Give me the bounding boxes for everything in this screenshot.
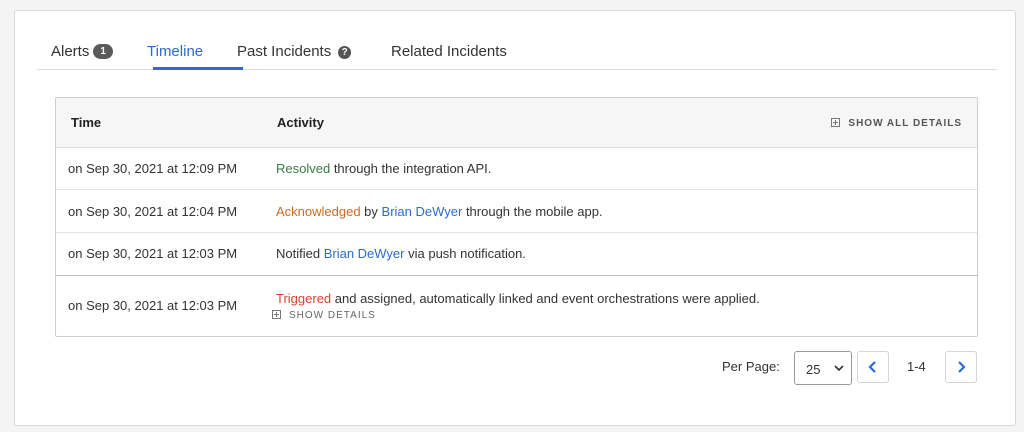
row-activity: Notified Brian DeWyer via push notificat… [276,246,526,261]
next-page-button[interactable] [945,351,977,383]
per-page-select[interactable]: 25 [794,351,852,385]
chevron-right-icon [946,352,976,382]
show-all-details-button[interactable]: SHOW ALL DETAILS [831,117,962,129]
expand-plus-icon [831,118,841,127]
activity-text: through the mobile app. [462,204,603,219]
tab-alerts-label: Alerts [51,43,90,60]
activity-column-header: Activity [277,115,324,130]
activity-text: by [360,204,382,219]
tab-timeline[interactable]: Timeline [147,43,203,60]
alerts-count-badge: 1 [93,44,113,59]
tab-alerts[interactable]: Alerts 1 [51,43,113,61]
table-row: on Sep 30, 2021 at 12:03 PM Notified Bri… [56,233,977,276]
tab-past-incidents-label: Past Incidents [237,43,332,60]
tab-related-incidents-label: Related Incidents [391,43,507,60]
per-page-value: 25 [806,362,821,377]
resolved-status: Resolved [276,161,331,176]
question-circle-icon[interactable]: ? [338,46,352,59]
show-details-label: SHOW DETAILS [289,310,376,321]
row-time: on Sep 30, 2021 at 12:03 PM [68,246,238,261]
incident-card: Alerts 1 Timeline Past Incidents? Related… [14,10,1016,426]
activity-text: and assigned, automatically linked and e… [331,291,760,306]
active-tab-indicator [153,67,243,70]
activity-text: through the integration API. [330,161,492,176]
table-row: on Sep 30, 2021 at 12:03 PM Triggered an… [56,276,977,336]
show-all-details-label: SHOW ALL DETAILS [848,118,962,129]
row-activity: Resolved through the integration API. [276,161,491,176]
triggered-status: Triggered [276,291,332,306]
user-link[interactable]: Brian DeWyer [324,246,405,261]
tab-bar: Alerts 1 Timeline Past Incidents? Related… [37,31,997,70]
table-row: on Sep 30, 2021 at 12:09 PM Resolved thr… [56,148,977,190]
timeline-table: Time Activity SHOW ALL DETAILS on Sep 30… [55,97,978,337]
table-header: Time Activity SHOW ALL DETAILS [56,98,977,148]
expand-plus-icon [272,310,281,319]
per-page-label: Per Page: [722,359,780,374]
activity-text: Notified [276,246,324,261]
acknowledged-status: Acknowledged [276,204,361,219]
row-activity: Triggered and assigned, automatically li… [276,291,760,306]
row-time: on Sep 30, 2021 at 12:04 PM [68,204,238,219]
page-range: 1-4 [907,359,926,374]
tab-timeline-label: Timeline [147,43,204,60]
chevron-down-icon [834,361,844,378]
row-activity: Acknowledged by Brian DeWyer through the… [276,204,603,219]
table-row: on Sep 30, 2021 at 12:04 PM Acknowledged… [56,190,977,233]
show-details-button[interactable]: SHOW DETAILS [272,309,376,321]
activity-text: via push notification. [404,246,526,261]
tab-related-incidents[interactable]: Related Incidents [391,43,507,60]
user-link[interactable]: Brian DeWyer [382,204,463,219]
row-time: on Sep 30, 2021 at 12:09 PM [68,161,238,176]
row-time: on Sep 30, 2021 at 12:03 PM [68,298,238,313]
time-column-header: Time [71,115,102,130]
tab-past-incidents[interactable]: Past Incidents? [237,43,352,60]
previous-page-button[interactable] [857,351,889,383]
chevron-left-icon [858,352,888,382]
